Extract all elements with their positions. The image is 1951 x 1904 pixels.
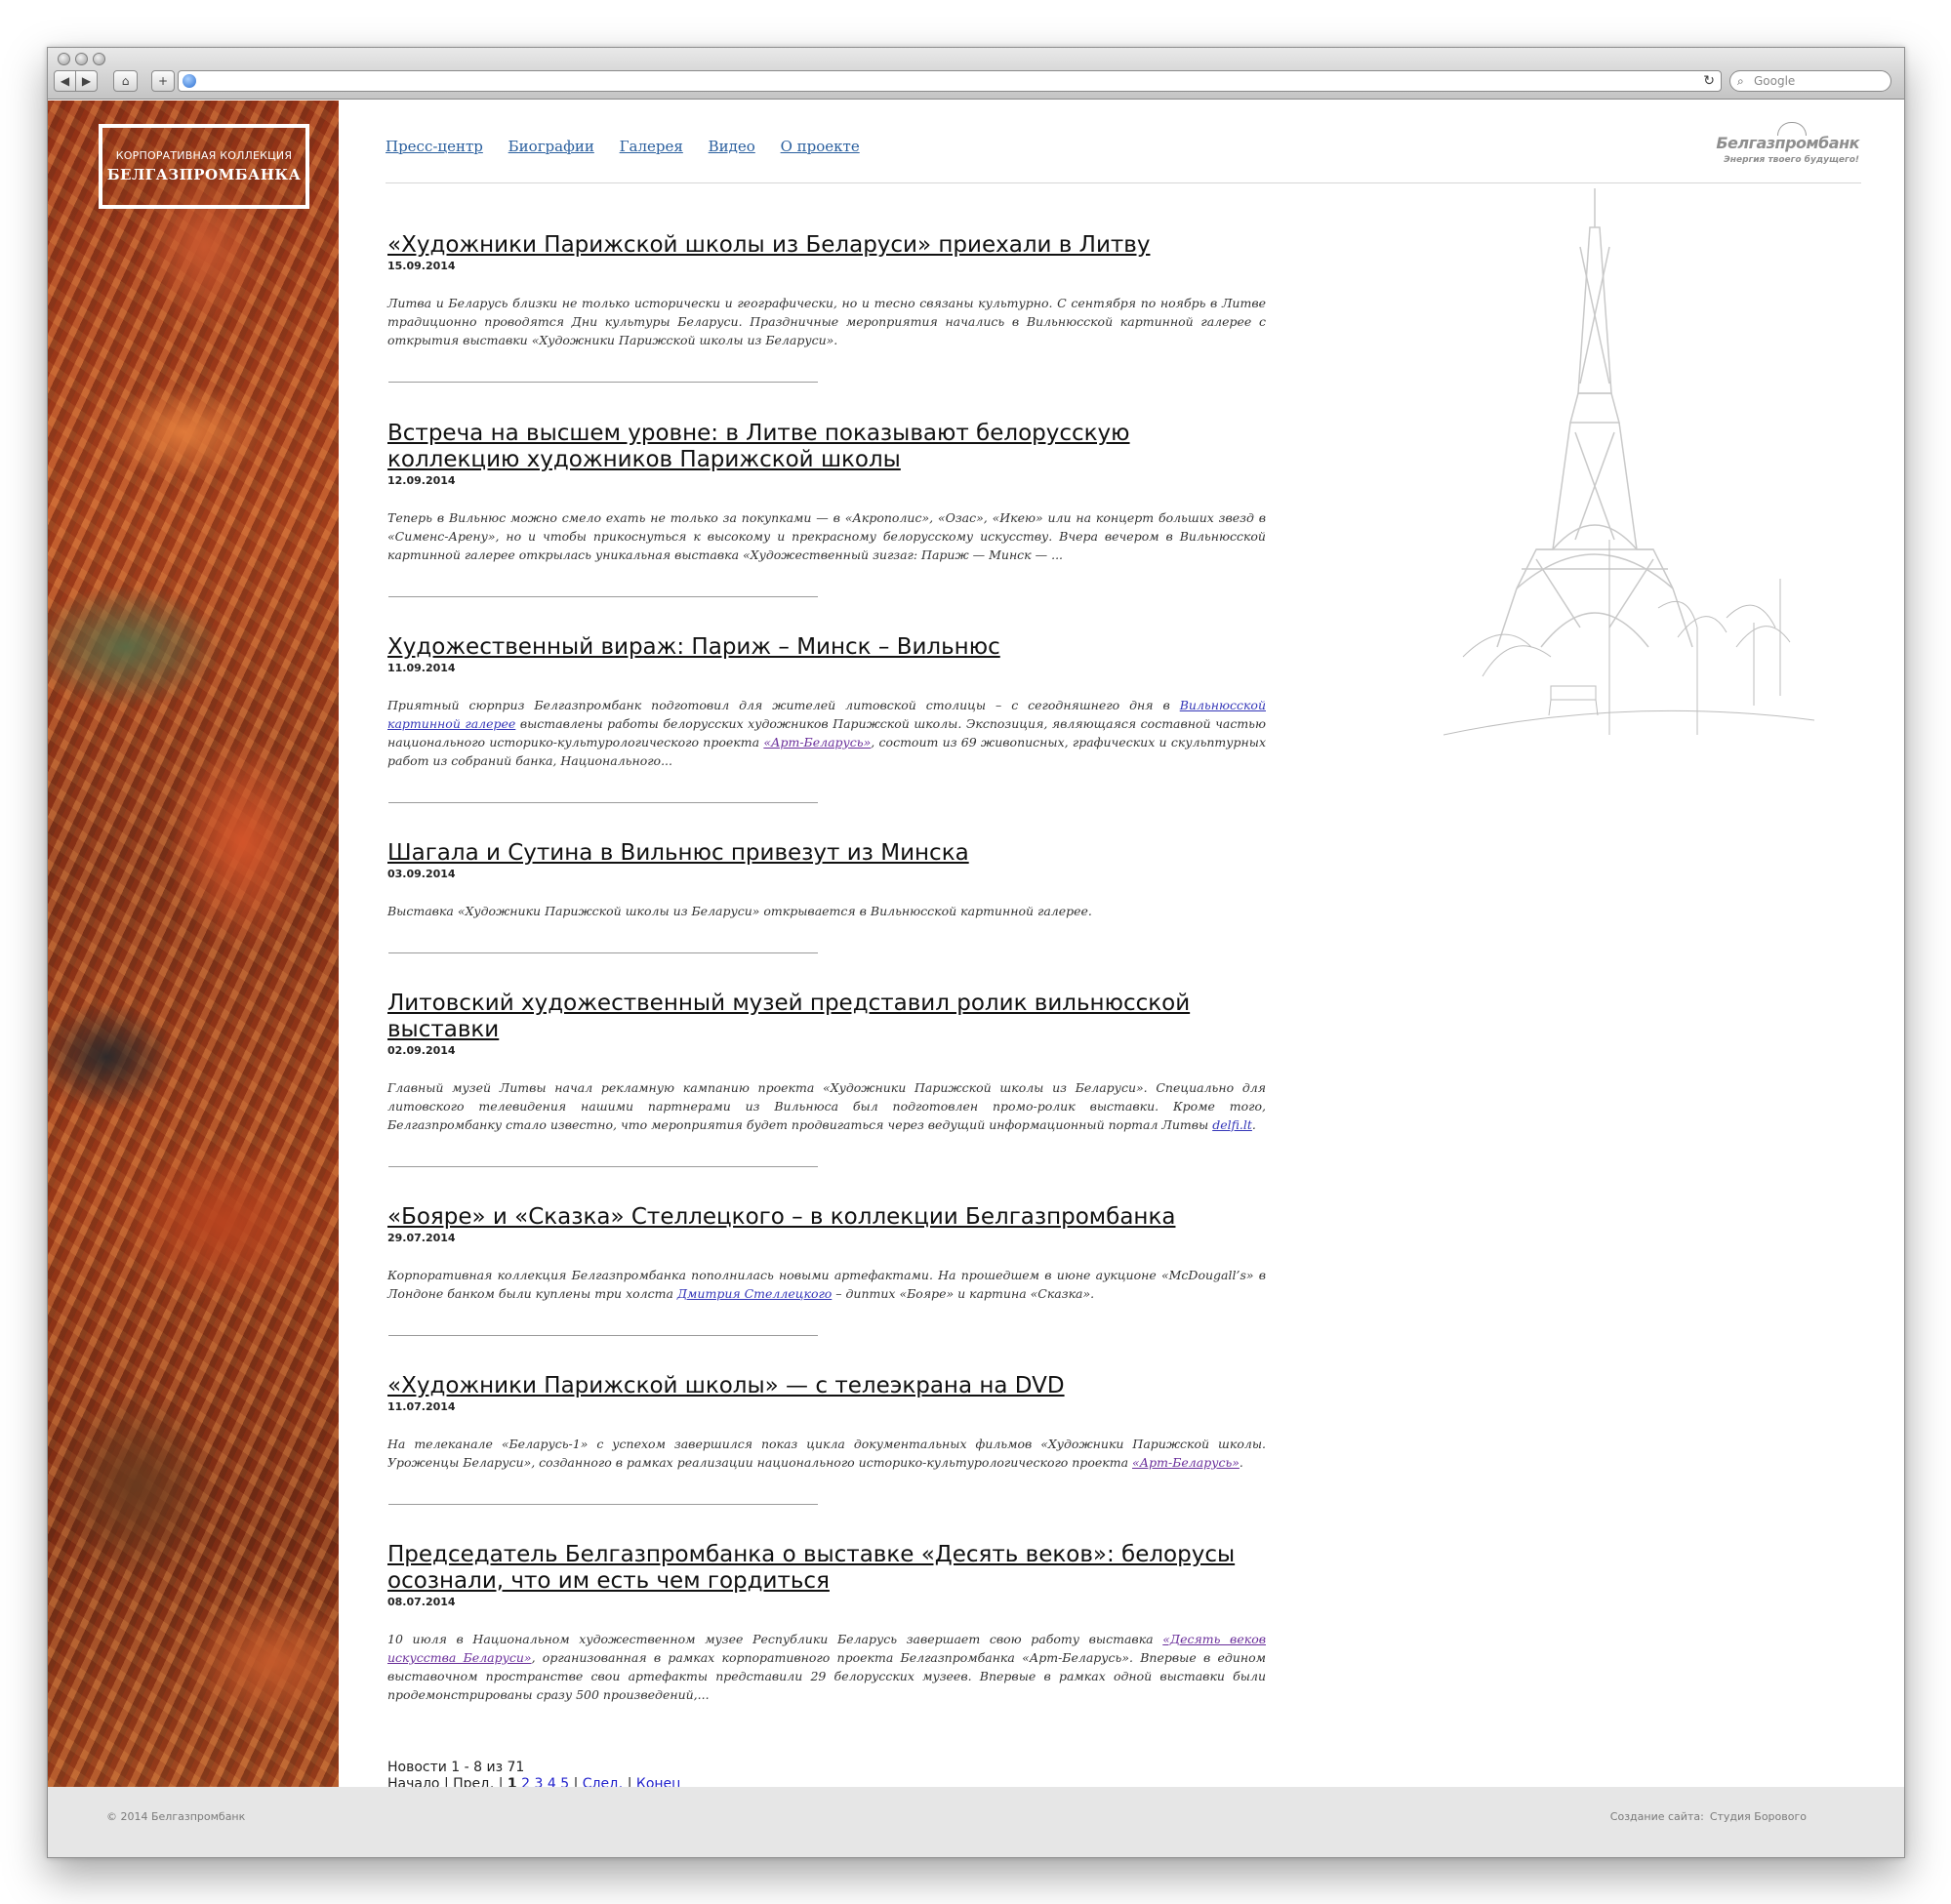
search-placeholder: Google <box>1754 74 1796 88</box>
main-nav: Пресс-центр Биографии Галерея Видео О пр… <box>386 138 880 155</box>
news-item: «Художники Парижской школы из Беларуси» … <box>387 232 1266 349</box>
news-separator <box>388 596 818 597</box>
news-link[interactable]: «Арт-Беларусь» <box>763 735 871 749</box>
news-item: Художественный вираж: Париж – Минск – Ви… <box>387 634 1266 770</box>
page-viewport: КОРПОРАТИВНАЯ КОЛЛЕКЦИЯ БЕЛГАЗПРОМБАНКА … <box>48 101 1904 1857</box>
footer-credit-label: Создание сайта: <box>1609 1810 1704 1823</box>
news-date: 02.09.2014 <box>387 1044 456 1057</box>
bank-logo-name: Белгазпромбанк <box>1716 134 1859 152</box>
news-title[interactable]: Встреча на высшем уровне: в Литве показы… <box>387 421 1266 473</box>
news-separator <box>388 382 818 383</box>
site-logo-line1: КОРПОРАТИВНАЯ КОЛЛЕКЦИЯ <box>115 149 293 162</box>
eiffel-tower-illustration <box>1443 188 1814 736</box>
news-item: Председатель Белгазпромбанка о выставке … <box>387 1542 1266 1704</box>
news-date: 03.09.2014 <box>387 868 456 880</box>
pagination-summary: Новости 1 - 8 из 71 <box>387 1760 525 1775</box>
window-minimize-button[interactable] <box>75 53 88 65</box>
search-icon: ⌕ <box>1737 74 1744 88</box>
news-title[interactable]: Председатель Белгазпромбанка о выставке … <box>387 1542 1266 1595</box>
forward-button[interactable]: ▶ <box>75 70 98 92</box>
news-date: 08.07.2014 <box>387 1596 456 1608</box>
news-text-part: Приятный сюрприз Белгазпромбанк подготов… <box>387 698 1180 712</box>
sidebar-painting: КОРПОРАТИВНАЯ КОЛЛЕКЦИЯ БЕЛГАЗПРОМБАНКА <box>48 101 339 1787</box>
nav-biographies[interactable]: Биографии <box>508 138 594 155</box>
nav-video[interactable]: Видео <box>709 138 755 155</box>
plus-icon: + <box>157 74 169 88</box>
window-close-button[interactable] <box>58 53 70 65</box>
news-title[interactable]: «Художники Парижской школы» — с телеэкра… <box>387 1373 1266 1399</box>
nav-press-center[interactable]: Пресс-центр <box>386 138 483 155</box>
footer-credit: Создание сайта: Студия Борового <box>1610 1810 1807 1823</box>
news-text-part: 10 июля в Национальном художественном му… <box>387 1632 1163 1646</box>
news-text: Теперь в Вильнюс можно смело ехать не то… <box>387 510 1266 562</box>
news-date: 11.09.2014 <box>387 662 456 674</box>
footer-copyright: © 2014 Белгазпромбанк <box>106 1810 246 1823</box>
news-link[interactable]: «Арт-Беларусь» <box>1132 1455 1240 1470</box>
news-text: Приятный сюрприз Белгазпромбанк подготов… <box>387 696 1266 770</box>
bank-logo-slogan: Энергия твоего будущего! <box>1724 155 1859 165</box>
news-item: «Художники Парижской школы» — с телеэкра… <box>387 1373 1266 1472</box>
search-input[interactable]: ⌕ Google <box>1729 70 1891 92</box>
news-text-part: . <box>1239 1455 1243 1470</box>
news-date: 12.09.2014 <box>387 474 456 487</box>
site-logo-line2: БЕЛГАЗПРОМБАНКА <box>106 166 302 183</box>
news-date: 15.09.2014 <box>387 260 456 272</box>
nav-divider <box>386 182 1861 183</box>
back-button[interactable]: ◀ <box>54 70 76 92</box>
page-footer: © 2014 Белгазпромбанк Создание сайта: Сту… <box>48 1787 1904 1857</box>
footer-credit-link[interactable]: Студия Борового <box>1710 1810 1807 1823</box>
news-text: Главный музей Литвы начал рекламную камп… <box>387 1078 1266 1134</box>
news-separator <box>388 802 818 803</box>
news-title[interactable]: Шагала и Сутина в Вильнюс привезут из Ми… <box>387 840 1266 867</box>
news-separator <box>388 1335 818 1336</box>
address-bar[interactable]: ↻ <box>178 70 1722 92</box>
news-text: Выставка «Художники Парижской школы из Б… <box>387 904 1092 918</box>
news-separator <box>388 1504 818 1505</box>
home-button[interactable]: ⌂ <box>113 70 138 92</box>
news-link[interactable]: delfi.lt <box>1212 1117 1252 1132</box>
nav-gallery[interactable]: Галерея <box>620 138 683 155</box>
bank-logo[interactable]: Белгазпромбанк Энергия твоего будущего! <box>1713 122 1859 171</box>
news-title[interactable]: Художественный вираж: Париж – Минск – Ви… <box>387 634 1266 661</box>
news-text-part: – диптих «Бояре» и картина «Сказка». <box>832 1286 1095 1301</box>
news-title[interactable]: «Художники Парижской школы из Беларуси» … <box>387 232 1266 259</box>
site-logo[interactable]: КОРПОРАТИВНАЯ КОЛЛЕКЦИЯ БЕЛГАЗПРОМБАНКА <box>99 124 309 209</box>
news-separator <box>388 952 818 953</box>
news-item: Шагала и Сутина в Вильнюс привезут из Ми… <box>387 840 1266 920</box>
news-date: 11.07.2014 <box>387 1400 456 1413</box>
news-separator <box>388 1166 818 1167</box>
news-item: «Бояре» и «Сказка» Стеллецкого – в колле… <box>387 1204 1266 1303</box>
home-icon: ⌂ <box>121 74 130 88</box>
news-item: Встреча на высшем уровне: в Литве показы… <box>387 421 1266 564</box>
news-text: Литва и Беларусь близки не только истори… <box>387 296 1266 347</box>
news-date: 29.07.2014 <box>387 1232 456 1244</box>
globe-icon <box>183 74 196 88</box>
browser-toolbar: ◀ ▶ ⌂ + ↻ ⌕ Google <box>48 48 1904 100</box>
news-item: Литовский художественный музей представи… <box>387 991 1266 1134</box>
window-zoom-button[interactable] <box>93 53 105 65</box>
add-bookmark-button[interactable]: + <box>151 70 175 92</box>
back-icon: ◀ <box>60 74 70 88</box>
news-text-part: . <box>1251 1117 1256 1132</box>
news-text: На телеканале «Беларусь-1» с успехом зав… <box>387 1435 1266 1472</box>
browser-window: ◀ ▶ ⌂ + ↻ ⌕ Google КОРПОРАТИВНАЯ КОЛЛЕКЦ… <box>47 47 1905 1858</box>
news-link[interactable]: Дмитрия Стеллецкого <box>677 1286 832 1301</box>
news-text: 10 июля в Национальном художественном му… <box>387 1630 1266 1704</box>
nav-about[interactable]: О проекте <box>781 138 860 155</box>
forward-icon: ▶ <box>81 74 92 88</box>
news-text-part: Главный музей Литвы начал рекламную камп… <box>387 1080 1266 1132</box>
news-title[interactable]: Литовский художественный музей представи… <box>387 991 1266 1043</box>
news-text: Корпоративная коллекция Белгазпромбанка … <box>387 1266 1266 1303</box>
news-title[interactable]: «Бояре» и «Сказка» Стеллецкого – в колле… <box>387 1204 1266 1231</box>
reload-icon[interactable]: ↻ <box>1703 71 1715 91</box>
